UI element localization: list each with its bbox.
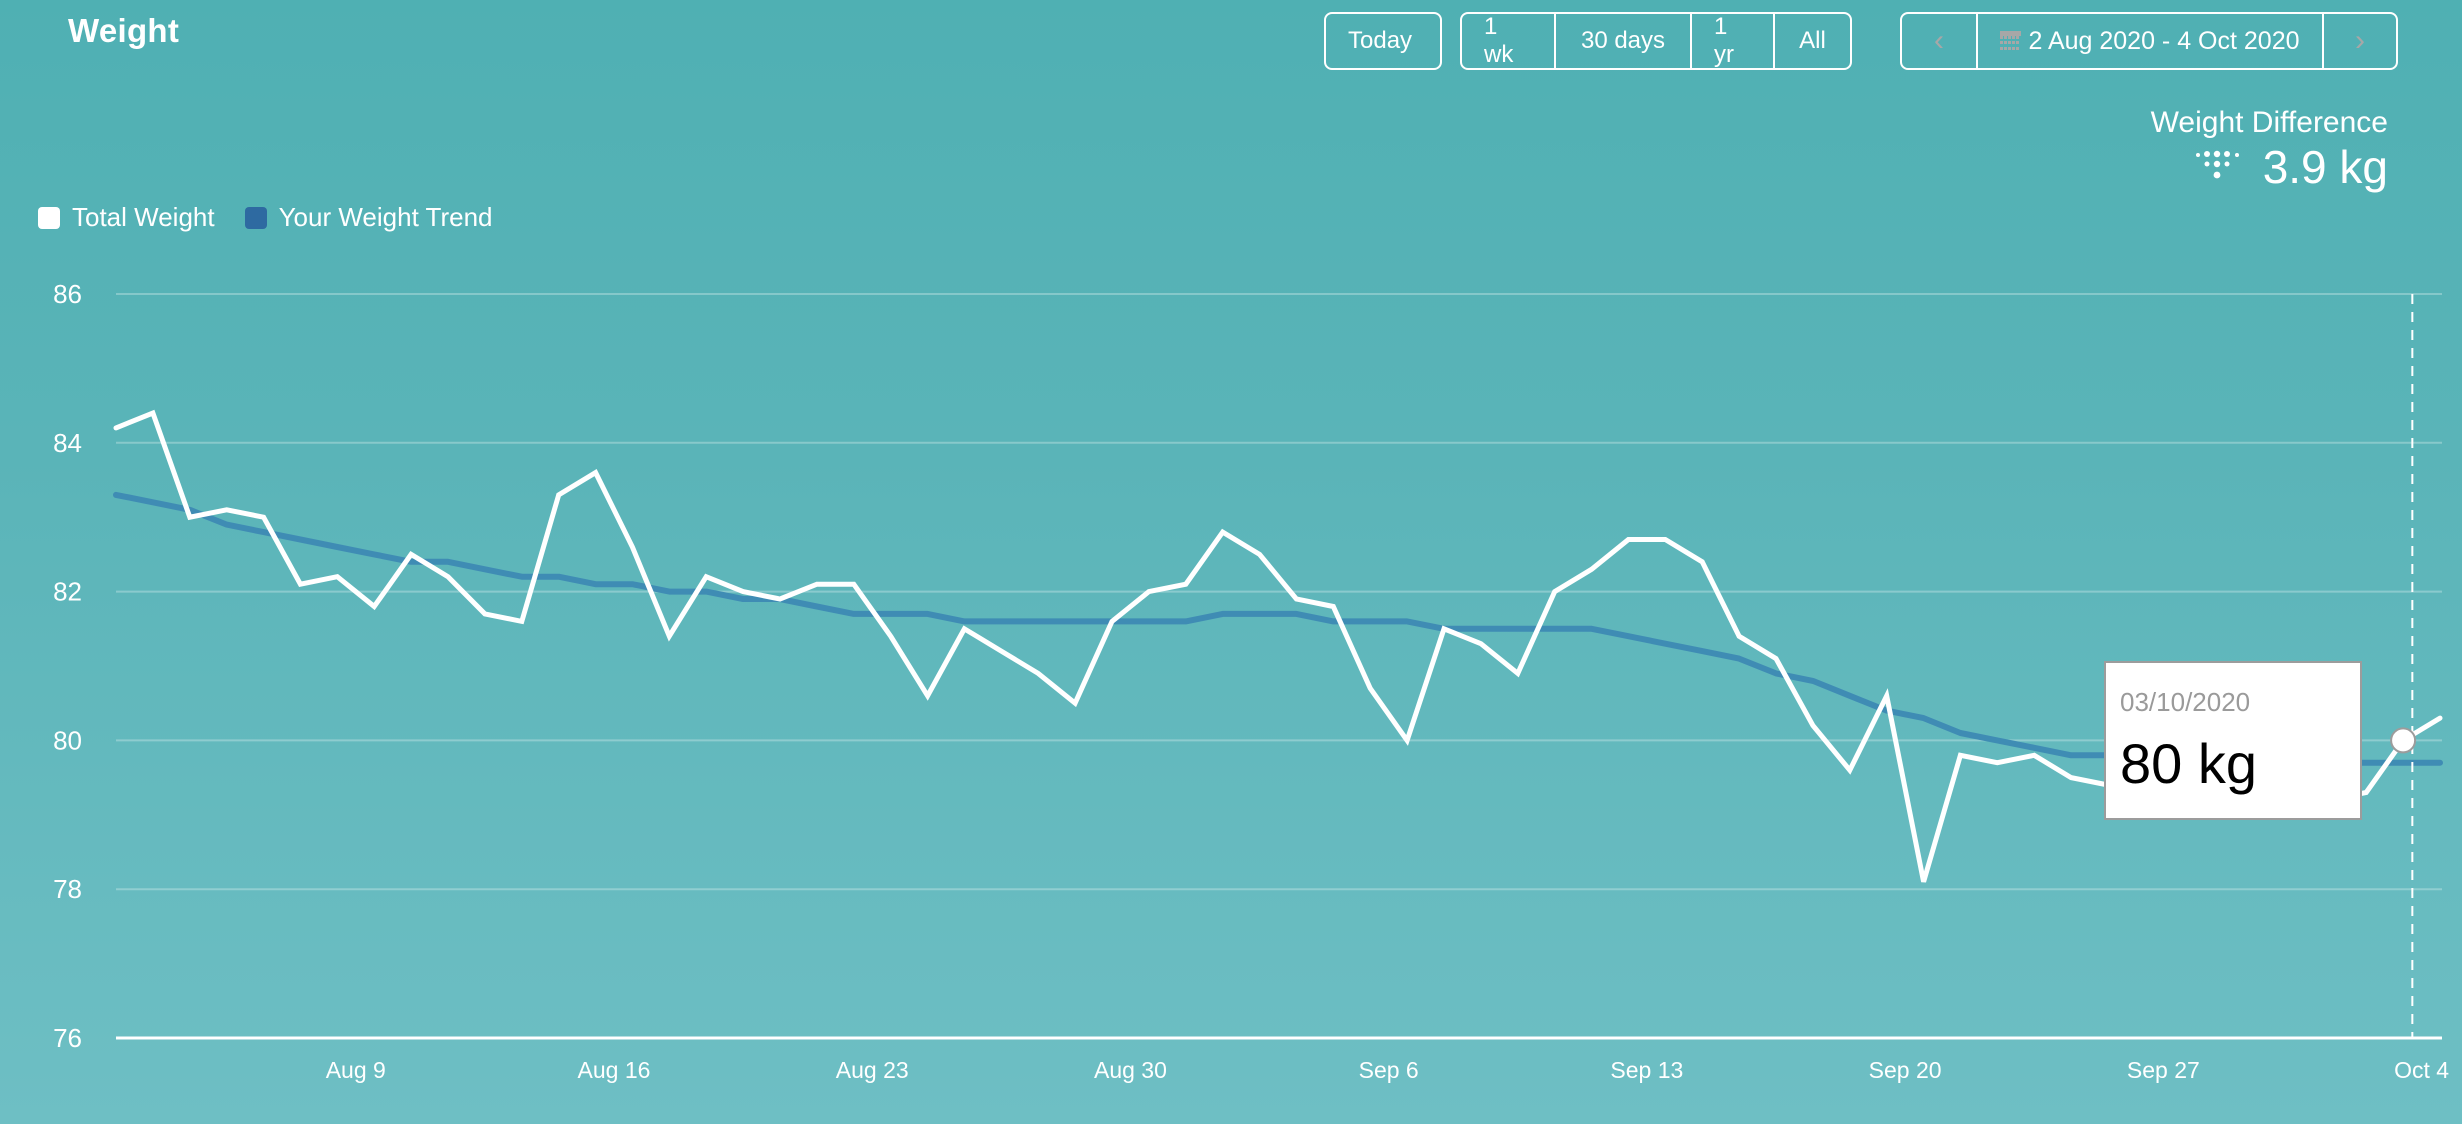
x-tick-label: Aug 16 xyxy=(578,1057,651,1083)
weight-chart[interactable]: 76 78 80 82 84 86 Aug 9 Aug 16 Aug 23 Aug 30 Sep … xyxy=(0,0,2462,1124)
y-tick-label: 78 xyxy=(53,874,82,904)
hover-point-marker xyxy=(2390,727,2417,754)
x-tick-label: Sep 6 xyxy=(1359,1057,1419,1083)
x-tick-label: Sep 13 xyxy=(1610,1057,1683,1083)
x-tick-label: Sep 20 xyxy=(1869,1057,1942,1083)
x-tick-label: Aug 30 xyxy=(1094,1057,1167,1083)
x-tick-label: Aug 9 xyxy=(326,1057,386,1083)
x-tick-label: Sep 27 xyxy=(2127,1057,2200,1083)
y-tick-label: 76 xyxy=(53,1023,82,1053)
y-tick-label: 80 xyxy=(53,725,82,755)
series-lines xyxy=(113,409,2443,883)
y-tick-label: 84 xyxy=(53,428,82,458)
tooltip-value: 80 kg xyxy=(2120,732,2257,795)
data-tooltip: 03/10/2020 80 kg xyxy=(2104,661,2362,820)
x-tick-label: Oct 4 xyxy=(2394,1057,2449,1083)
weight-trend-line xyxy=(113,491,2443,766)
y-tick-label: 86 xyxy=(53,279,82,309)
hover-indicator xyxy=(2390,294,2417,1038)
y-tick-label: 82 xyxy=(53,577,82,607)
tooltip-date: 03/10/2020 xyxy=(2120,687,2251,717)
x-tick-label: Aug 23 xyxy=(836,1057,909,1083)
y-axis-labels: 76 78 80 82 84 86 xyxy=(53,279,82,1053)
grid-lines xyxy=(116,293,2442,1040)
x-axis-labels: Aug 9 Aug 16 Aug 23 Aug 30 Sep 6 Sep 13 Sep 20… xyxy=(326,1057,2450,1083)
total-weight-line xyxy=(113,409,2443,883)
